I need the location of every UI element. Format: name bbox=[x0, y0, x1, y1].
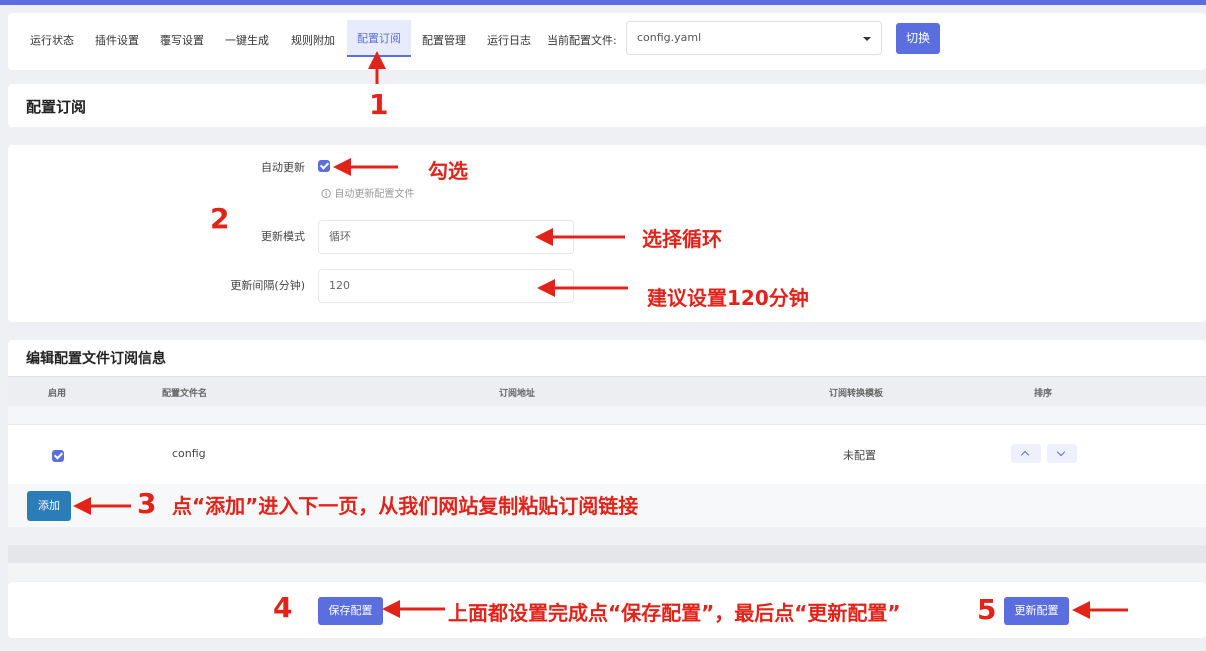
annotation-arrows bbox=[73, 51, 1128, 619]
